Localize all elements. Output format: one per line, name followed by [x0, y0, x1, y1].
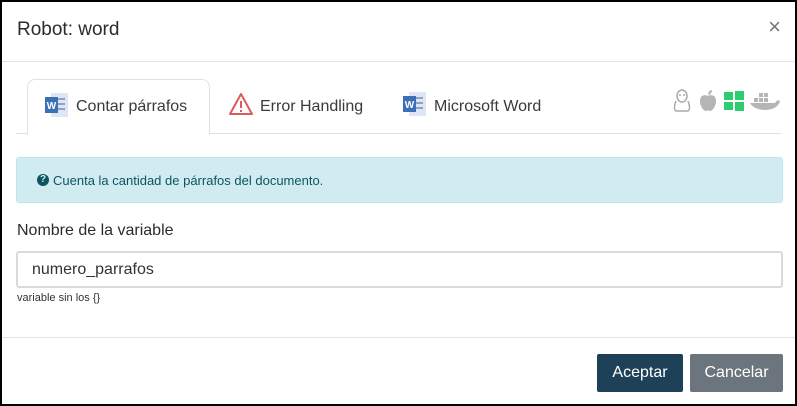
word-icon: W [44, 91, 70, 124]
question-circle-icon: ? [37, 174, 49, 186]
robot-dialog: Robot: word × W Contar párrafos Error Ha… [0, 0, 797, 406]
tab-microsoft-word[interactable]: W Microsoft Word [386, 79, 557, 134]
tab-label: Error Handling [260, 97, 364, 115]
docker-icon [749, 89, 781, 118]
dialog-footer: Aceptar Cancelar [2, 337, 795, 404]
os-icons [671, 89, 781, 118]
svg-text:W: W [405, 100, 415, 111]
tab-bar: W Contar párrafos Error Handling W Micro… [16, 79, 781, 135]
windows-icon [723, 90, 745, 117]
word-icon: W [402, 90, 428, 123]
variable-help-text: variable sin los {} [17, 292, 101, 304]
tab-error-handling[interactable]: Error Handling [212, 79, 379, 134]
tab-label: Microsoft Word [434, 97, 542, 115]
linux-icon [671, 89, 693, 118]
apple-icon [697, 89, 719, 118]
tab-label: Contar párrafos [76, 98, 188, 115]
close-icon[interactable]: × [768, 16, 781, 38]
variable-name-label: Nombre de la variable [17, 222, 174, 239]
info-alert: ? Cuenta la cantidad de párrafos del doc… [16, 157, 783, 203]
svg-text:W: W [47, 101, 57, 112]
cancel-button[interactable]: Cancelar [690, 354, 783, 392]
variable-name-input[interactable] [16, 251, 783, 288]
warning-icon [228, 92, 254, 121]
dialog-title: Robot: word [17, 19, 120, 40]
info-text: Cuenta la cantidad de párrafos del docum… [53, 172, 324, 188]
accept-button[interactable]: Aceptar [597, 354, 683, 392]
tab-contar-parrafos[interactable]: W Contar párrafos [27, 79, 210, 135]
dialog-header: Robot: word × [2, 2, 795, 62]
